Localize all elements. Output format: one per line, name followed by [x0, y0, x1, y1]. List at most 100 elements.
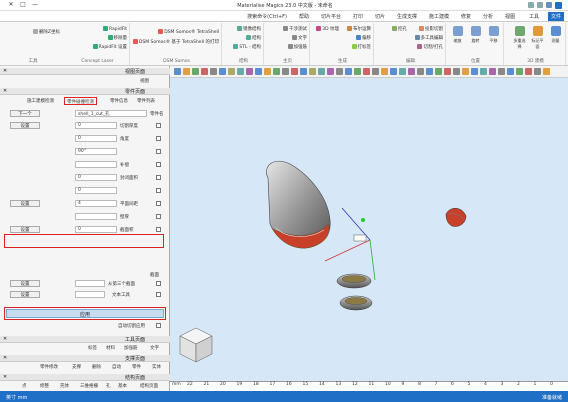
toolbar-tool-icon[interactable]	[489, 68, 496, 75]
measure-button[interactable]: 测量	[548, 26, 563, 50]
part-name-field[interactable]: shell_1_cut_孔	[75, 110, 147, 117]
row-value-field[interactable]: 0	[75, 135, 117, 142]
toolbar-tool-icon[interactable]	[192, 68, 199, 75]
toolbar-tool-icon[interactable]	[372, 68, 379, 75]
rapidfit-settings-button[interactable]: RapidFit 设置	[92, 44, 127, 51]
tab-tools[interactable]: 工具	[526, 12, 542, 21]
tab-entity[interactable]: 实体	[150, 363, 163, 371]
toolbar-tool-icon[interactable]	[534, 68, 541, 75]
toolbar-tool-icon[interactable]	[444, 68, 451, 75]
toolbar-tool-icon[interactable]	[525, 68, 532, 75]
toolbar-tool-icon[interactable]	[390, 68, 397, 75]
tab-trim[interactable]: 修整	[38, 382, 51, 390]
disk-parts[interactable]	[336, 273, 373, 311]
toolbar-tool-icon[interactable]	[210, 68, 217, 75]
toolbar-tool-icon[interactable]	[381, 68, 388, 75]
cut-punch-button[interactable]: 切割/打孔	[417, 44, 443, 51]
row-value-field[interactable]: 0	[75, 174, 117, 181]
row-value-field[interactable]	[75, 161, 117, 168]
row-value-field[interactable]	[75, 213, 117, 220]
toolbar-tool-icon[interactable]	[300, 68, 307, 75]
toolbar-tool-icon[interactable]	[237, 68, 244, 75]
toolbar-tool-icon[interactable]	[264, 68, 271, 75]
tab-build-model[interactable]: 施工建模	[426, 12, 452, 21]
toolbar-tool-icon[interactable]	[255, 68, 262, 75]
view-cube[interactable]	[179, 327, 213, 363]
tab-auto[interactable]: 自动	[110, 363, 123, 371]
row-value-field[interactable]: 0	[75, 187, 117, 194]
tab-build-plate[interactable]: 切片平台	[318, 12, 344, 21]
removal-button[interactable]: 移除量	[107, 35, 127, 42]
third-section-set-button[interactable]: 设置	[10, 280, 40, 287]
tab-print[interactable]: 打印	[350, 12, 366, 21]
dsm-print-button[interactable]: DSM Somos® 基于 TetraShell 的打印	[132, 39, 219, 46]
toolbar-tool-icon[interactable]	[507, 68, 514, 75]
toolbar-tool-icon[interactable]	[219, 68, 226, 75]
search-command[interactable]: 搜索命令(Ctrl+F)	[244, 12, 290, 21]
toolbar-tool-icon[interactable]	[174, 68, 181, 75]
text-tool-set-button[interactable]: 设置	[10, 291, 40, 298]
toolbar-tool-icon[interactable]	[345, 68, 352, 75]
tab-support[interactable]: 生成支撑	[394, 12, 420, 21]
tab-view-page[interactable]: 视图	[138, 77, 151, 85]
undo-icon[interactable]	[537, 2, 543, 8]
toolbar-tool-icon[interactable]	[543, 68, 550, 75]
toolbar-tool-icon[interactable]	[228, 68, 235, 75]
tab-hole[interactable]: 孔	[104, 382, 113, 390]
text-tool-field[interactable]	[75, 291, 105, 298]
tab-shell[interactable]: 壳体	[58, 382, 71, 390]
text-button[interactable]: 文字	[292, 35, 307, 42]
toolbar-tool-icon[interactable]	[246, 68, 253, 75]
text-tool-checkbox[interactable]	[156, 292, 161, 297]
close-icon[interactable]: ✕	[3, 355, 7, 361]
toolbar-tool-icon[interactable]	[417, 68, 424, 75]
tab-analysis[interactable]: 分析	[480, 12, 496, 21]
tab-parts[interactable]: 零件	[130, 363, 143, 371]
toolbar-tool-icon[interactable]	[327, 68, 334, 75]
projection-cut-button[interactable]: 投影切割	[419, 26, 443, 33]
toolbar-tool-icon[interactable]	[498, 68, 505, 75]
delete-z-button[interactable]: 删除Z坐标	[32, 29, 60, 36]
hollow-button[interactable]: 挖孔	[392, 26, 407, 33]
tab-support-item[interactable]: 支撑	[70, 363, 83, 371]
tab-part-collision[interactable]: 零件碰撞检测	[64, 97, 97, 105]
tab-slice[interactable]: 切片	[372, 12, 388, 21]
row-checkbox[interactable]	[156, 162, 161, 167]
toolbar-tool-icon[interactable]	[291, 68, 298, 75]
tab-delete[interactable]: 删除	[90, 363, 103, 371]
rotate-button[interactable]: 旋转	[468, 26, 483, 50]
toolbar-tool-icon[interactable]	[273, 68, 280, 75]
row-set-button[interactable]: 设置	[10, 200, 40, 207]
toolbar-tool-icon[interactable]	[462, 68, 469, 75]
tab-basic[interactable]: 基本	[116, 382, 129, 390]
cap-part[interactable]	[445, 208, 467, 227]
toolbar-tool-icon[interactable]	[480, 68, 487, 75]
close-icon[interactable]: ✕	[3, 68, 7, 74]
dsm-tetrashell-button[interactable]: DSM Somos® TetraShell	[158, 29, 219, 36]
toolbar-tool-icon[interactable]	[435, 68, 442, 75]
maximize-button[interactable]: □	[18, 1, 28, 10]
tab-file[interactable]: 文件	[547, 12, 564, 21]
row-checkbox[interactable]	[156, 123, 161, 128]
close-icon[interactable]: ✕	[3, 88, 7, 94]
rib-button[interactable]: 加强筋	[287, 44, 307, 51]
toolbar-tool-icon[interactable]	[183, 68, 190, 75]
toolbar-tool-icon[interactable]	[399, 68, 406, 75]
close-icon[interactable]: ✕	[3, 374, 7, 380]
auto-cut-checkbox[interactable]	[156, 323, 161, 328]
toolbar-tool-icon[interactable]	[354, 68, 361, 75]
row-checkbox[interactable]	[156, 175, 161, 180]
rapidfit-button[interactable]: RapidFit	[102, 26, 127, 33]
save-icon[interactable]	[546, 2, 552, 8]
section-checkbox[interactable]	[156, 281, 161, 286]
texture-button[interactable]: 3D 纹理	[316, 26, 339, 33]
tab-material[interactable]: 材料	[104, 344, 117, 352]
close-icon[interactable]: ✕	[3, 336, 7, 342]
tab-lattice[interactable]: 三维格栅	[78, 382, 100, 390]
next-button[interactable]: 下一个	[10, 110, 40, 117]
offset-button[interactable]: 偏移	[356, 35, 371, 42]
tab-part-modify[interactable]: 零件修改	[38, 363, 60, 371]
toolbar-tool-icon[interactable]	[408, 68, 415, 75]
row-checkbox[interactable]	[156, 201, 161, 206]
third-section-field[interactable]	[75, 280, 105, 287]
